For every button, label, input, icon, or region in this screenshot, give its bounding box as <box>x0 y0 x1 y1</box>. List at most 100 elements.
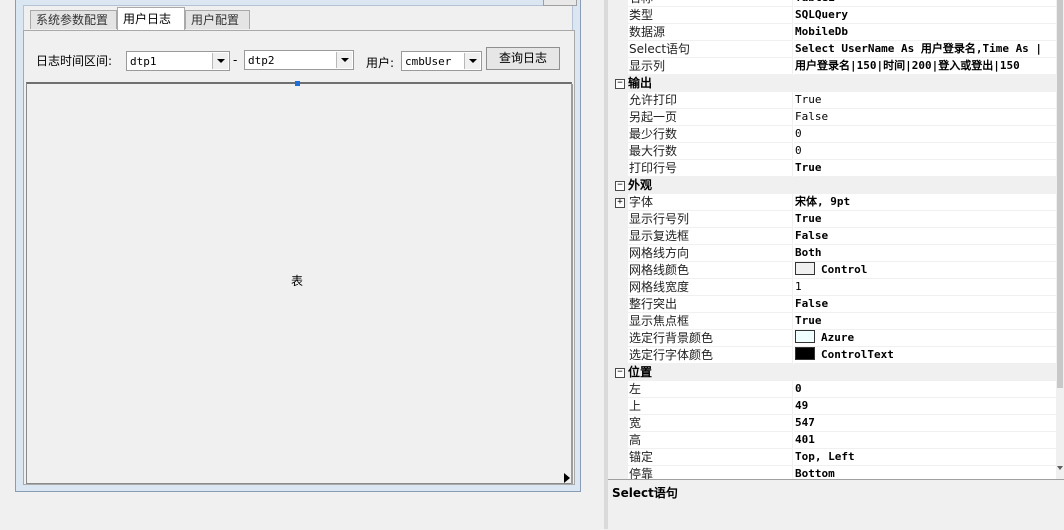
property-value[interactable]: Control <box>794 262 1064 279</box>
property-row[interactable]: 数据源 MobileDb <box>612 24 1064 41</box>
property-row[interactable]: 宽 547 <box>612 415 1064 432</box>
property-grid-scrollbar[interactable] <box>1056 0 1064 479</box>
property-value[interactable]: True <box>794 211 1064 228</box>
scrollbar-thumb[interactable] <box>1057 0 1063 388</box>
chevron-down-icon[interactable] <box>464 53 480 69</box>
column-divider[interactable] <box>792 126 793 143</box>
property-row[interactable]: 选定行字体颜色 ControlText <box>612 347 1064 364</box>
column-divider[interactable] <box>792 228 793 245</box>
property-row[interactable]: 另起一页 False <box>612 109 1064 126</box>
chevron-down-icon[interactable] <box>336 52 352 68</box>
column-divider[interactable] <box>792 313 793 330</box>
column-divider[interactable] <box>792 24 793 41</box>
property-value[interactable]: Select UserName As 用户登录名,Time As | <box>794 41 1064 58</box>
property-row[interactable]: 选定行背景颜色 Azure <box>612 330 1064 347</box>
property-value[interactable]: 1 <box>794 279 1064 296</box>
column-divider[interactable] <box>792 160 793 177</box>
property-value[interactable]: False <box>794 109 1064 126</box>
column-divider[interactable] <box>792 466 793 479</box>
column-divider[interactable] <box>792 262 793 279</box>
property-value[interactable]: Azure <box>794 330 1064 347</box>
property-value[interactable]: True <box>794 160 1064 177</box>
property-row[interactable]: 名称Table1 <box>612 0 1064 7</box>
column-divider[interactable] <box>792 432 793 449</box>
property-row[interactable]: 显示列 用户登录名|150|时间|200|登入或登出|150 <box>612 58 1064 75</box>
column-divider[interactable] <box>792 211 793 228</box>
query-log-button[interactable]: 查询日志 <box>486 47 560 70</box>
property-category[interactable]: − 外观 <box>612 177 1064 194</box>
tab-user-config[interactable]: 用户配置 <box>185 10 250 29</box>
property-value[interactable]: Table1 <box>794 0 1064 7</box>
window-title-button[interactable] <box>543 0 577 6</box>
property-value[interactable]: 401 <box>794 432 1064 449</box>
arrow-right-icon[interactable] <box>564 473 570 483</box>
property-value[interactable]: False <box>794 296 1064 313</box>
property-row[interactable]: 打印行号 True <box>612 160 1064 177</box>
property-value[interactable]: True <box>794 313 1064 330</box>
collapse-icon[interactable]: − <box>615 368 625 378</box>
tab-user-log[interactable]: 用户日志 <box>117 7 185 30</box>
property-row[interactable]: 显示行号列 True <box>612 211 1064 228</box>
property-grid[interactable]: 名称Table1类型SQLQuery数据源MobileDbSelect语句Sel… <box>612 0 1064 479</box>
property-row[interactable]: Select语句 Select UserName As 用户登录名,Time As… <box>612 41 1064 58</box>
property-row[interactable]: 锚定 Top, Left <box>612 449 1064 466</box>
grid-scrollbar[interactable] <box>571 84 573 484</box>
column-divider[interactable] <box>792 7 793 24</box>
dtp1-picker[interactable]: dtp1 <box>126 51 230 71</box>
chevron-down-icon[interactable] <box>212 53 228 69</box>
property-value[interactable]: 49 <box>794 398 1064 415</box>
property-value[interactable]: 0 <box>794 126 1064 143</box>
collapse-icon[interactable]: − <box>615 181 625 191</box>
column-divider[interactable] <box>792 398 793 415</box>
scroll-down-arrow-icon[interactable] <box>1057 466 1063 470</box>
property-row[interactable]: 类型 SQLQuery <box>612 7 1064 24</box>
property-row[interactable]: 网格线宽度 1 <box>612 279 1064 296</box>
property-value[interactable]: True <box>794 92 1064 109</box>
property-value[interactable]: Bottom <box>794 466 1064 479</box>
property-value[interactable]: ControlText <box>794 347 1064 364</box>
property-row[interactable]: 整行突出 False <box>612 296 1064 313</box>
cmb-user-select[interactable]: cmbUser <box>401 51 482 71</box>
property-row[interactable]: 最少行数 0 <box>612 126 1064 143</box>
property-value[interactable]: 0 <box>794 381 1064 398</box>
column-divider[interactable] <box>792 194 793 211</box>
column-divider[interactable] <box>792 143 793 160</box>
property-row[interactable]: 高 401 <box>612 432 1064 449</box>
dtp2-picker[interactable]: dtp2 <box>244 50 354 70</box>
property-row[interactable]: + 字体 宋体, 9pt <box>612 194 1064 211</box>
property-value[interactable]: 0 <box>794 143 1064 160</box>
property-row[interactable]: 允许打印 True <box>612 92 1064 109</box>
property-row[interactable]: 停靠 Bottom <box>612 466 1064 479</box>
property-row[interactable]: 左0 <box>612 381 1064 398</box>
property-row[interactable]: 最大行数 0 <box>612 143 1064 160</box>
property-value[interactable]: 547 <box>794 415 1064 432</box>
column-divider[interactable] <box>792 58 793 75</box>
column-divider[interactable] <box>792 92 793 109</box>
column-divider[interactable] <box>792 330 793 347</box>
column-divider[interactable] <box>792 245 793 262</box>
expand-icon[interactable]: + <box>615 198 625 208</box>
property-value[interactable]: 宋体, 9pt <box>794 194 1064 211</box>
property-value[interactable]: Top, Left <box>794 449 1064 466</box>
property-value[interactable]: SQLQuery <box>794 7 1064 24</box>
property-row[interactable]: 网格线颜色 Control <box>612 262 1064 279</box>
column-divider[interactable] <box>792 109 793 126</box>
resize-handle[interactable] <box>295 81 300 86</box>
column-divider[interactable] <box>792 41 793 58</box>
column-divider[interactable] <box>792 347 793 364</box>
property-category[interactable]: − 输出 <box>612 75 1064 92</box>
property-row[interactable]: 显示焦点框 True <box>612 313 1064 330</box>
column-divider[interactable] <box>792 296 793 313</box>
property-row[interactable]: 上 49 <box>612 398 1064 415</box>
property-category[interactable]: − 位置 <box>612 364 1064 381</box>
property-row[interactable]: 网格线方向 Both <box>612 245 1064 262</box>
property-value[interactable]: MobileDb <box>794 24 1064 41</box>
property-value[interactable]: 用户登录名|150|时间|200|登入或登出|150 <box>794 58 1064 75</box>
property-value[interactable]: False <box>794 228 1064 245</box>
column-divider[interactable] <box>792 381 793 398</box>
property-row[interactable]: 显示复选框 False <box>612 228 1064 245</box>
collapse-icon[interactable]: − <box>615 79 625 89</box>
column-divider[interactable] <box>792 279 793 296</box>
property-value[interactable]: Both <box>794 245 1064 262</box>
column-divider[interactable] <box>792 415 793 432</box>
